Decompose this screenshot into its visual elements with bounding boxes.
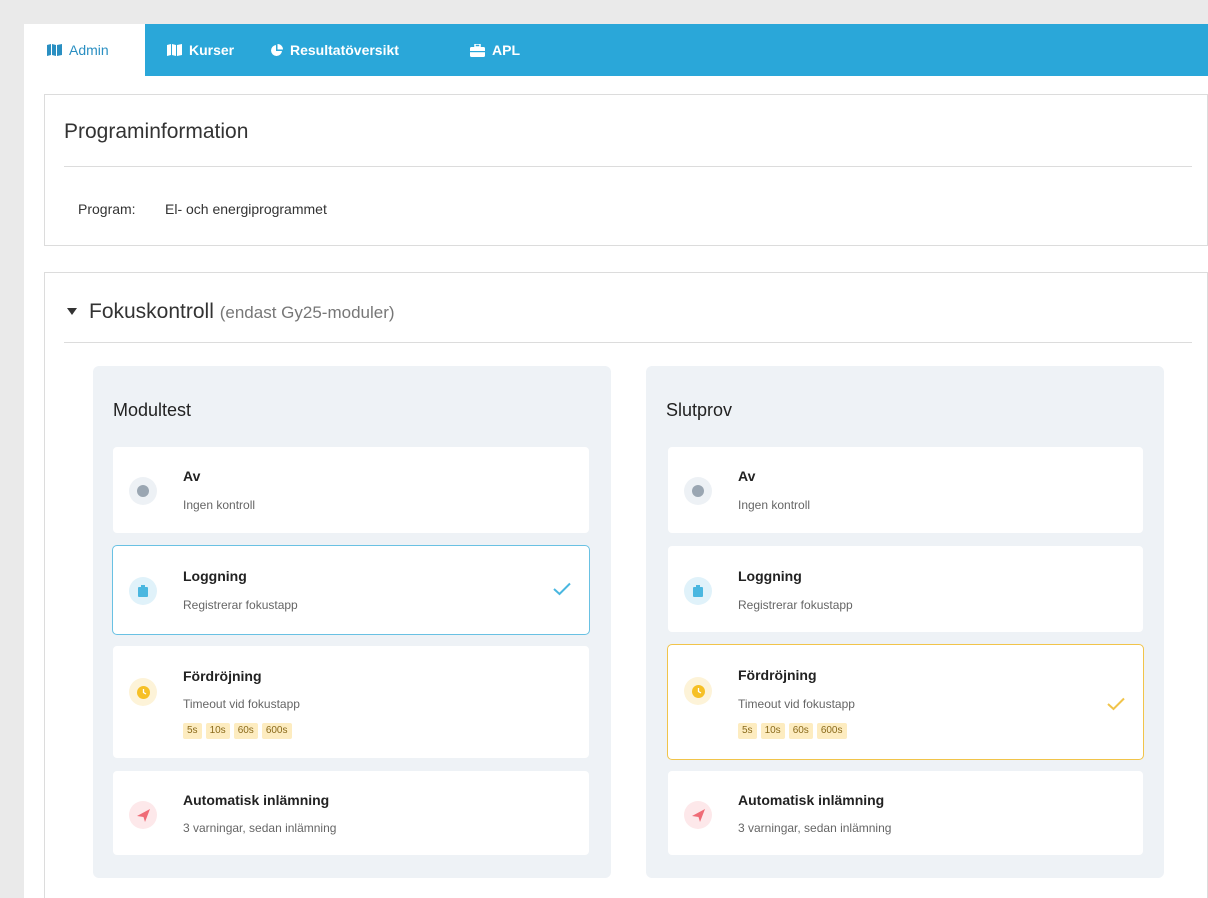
option-name: Loggning	[738, 568, 802, 584]
pie-chart-icon	[271, 43, 283, 56]
fokuskontroll-title: Fokuskontroll	[89, 300, 214, 323]
paper-plane-icon	[684, 801, 712, 829]
option-name: Loggning	[183, 568, 247, 584]
option-desc: Timeout vid fokustapp	[183, 697, 300, 711]
checkmark-icon	[553, 582, 571, 596]
option-desc: 3 varningar, sedan inlämning	[738, 821, 892, 835]
chip-60s[interactable]: 60s	[788, 723, 813, 739]
circle-icon	[129, 477, 157, 505]
map-icon	[47, 44, 62, 56]
timeout-chips: 5s 10s 60s 600s	[183, 723, 292, 739]
option-name: Av	[183, 468, 201, 484]
option-fordrojning[interactable]: Fördröjning Timeout vid fokustapp 5s 10s…	[112, 645, 590, 759]
chip-600s[interactable]: 600s	[261, 723, 292, 739]
tab-resultatoversikt[interactable]: Resultatöversikt	[270, 24, 399, 76]
checkmark-icon	[1107, 697, 1125, 711]
clipboard-icon	[684, 577, 712, 605]
clock-icon	[684, 677, 712, 705]
briefcase-icon	[470, 43, 485, 57]
option-name: Fördröjning	[738, 667, 817, 683]
program-value: El- och energiprogrammet	[165, 201, 327, 217]
clock-icon	[129, 678, 157, 706]
chip-60s[interactable]: 60s	[233, 723, 258, 739]
option-name: Automatisk inlämning	[738, 792, 885, 808]
option-desc: Ingen kontroll	[183, 498, 256, 512]
option-automatisk-inlamning[interactable]: Automatisk inlämning 3 varningar, sedan …	[667, 770, 1144, 856]
column-title: Slutprov	[666, 400, 733, 420]
option-loggning[interactable]: Loggning Registrerar fokustapp	[112, 545, 590, 635]
timeout-chips: 5s 10s 60s 600s	[738, 723, 847, 739]
option-name: Automatisk inlämning	[183, 792, 330, 808]
caret-down-icon	[67, 308, 77, 315]
clipboard-icon	[129, 577, 157, 605]
option-loggning[interactable]: Loggning Registrerar fokustapp	[667, 545, 1144, 633]
top-navigation: Admin Kurser Resultatöversikt APL	[24, 24, 1208, 76]
fokuskontroll-toggle[interactable]: Fokuskontroll (endast Gy25-moduler)	[45, 273, 485, 333]
option-desc: Ingen kontroll	[738, 498, 811, 512]
fokuskontroll-subtitle: (endast Gy25-moduler)	[219, 303, 395, 322]
program-info-title: Programinformation	[64, 120, 249, 143]
app-frame: Admin Kurser Resultatöversikt APL Progra…	[24, 24, 1208, 898]
map-icon	[167, 44, 182, 56]
fokuskontroll-heading: Fokuskontroll (endast Gy25-moduler)	[89, 300, 395, 324]
fokuskontroll-panel: Fokuskontroll (endast Gy25-moduler) Modu…	[44, 272, 1208, 898]
chip-5s[interactable]: 5s	[183, 723, 202, 739]
tab-kurser[interactable]: Kurser	[167, 24, 234, 76]
option-av[interactable]: Av Ingen kontroll	[112, 446, 590, 534]
divider	[64, 166, 1192, 167]
circle-icon	[684, 477, 712, 505]
chip-10s[interactable]: 10s	[205, 723, 230, 739]
slutprov-column: Slutprov Av Ingen kontroll Loggning Regi…	[646, 366, 1164, 878]
program-info-panel: Programinformation Program: El- och ener…	[44, 94, 1208, 246]
tab-apl[interactable]: APL	[470, 24, 520, 76]
option-desc: Registrerar fokustapp	[738, 598, 853, 612]
option-desc: Timeout vid fokustapp	[738, 697, 855, 711]
chip-600s[interactable]: 600s	[816, 723, 847, 739]
option-name: Fördröjning	[183, 668, 262, 684]
tab-apl-label: APL	[492, 42, 520, 58]
tab-admin[interactable]: Admin	[24, 24, 145, 76]
option-av[interactable]: Av Ingen kontroll	[667, 446, 1144, 534]
chip-10s[interactable]: 10s	[760, 723, 785, 739]
option-automatisk-inlamning[interactable]: Automatisk inlämning 3 varningar, sedan …	[112, 770, 590, 856]
program-label: Program:	[78, 201, 136, 217]
chip-5s[interactable]: 5s	[738, 723, 757, 739]
modultest-column: Modultest Av Ingen kontroll Loggning Reg…	[93, 366, 611, 878]
tab-admin-label: Admin	[69, 42, 109, 58]
option-desc: 3 varningar, sedan inlämning	[183, 821, 337, 835]
divider	[64, 342, 1192, 343]
option-fordrojning[interactable]: Fördröjning Timeout vid fokustapp 5s 10s…	[667, 644, 1144, 760]
option-name: Av	[738, 468, 756, 484]
column-title: Modultest	[113, 400, 192, 420]
tab-kurser-label: Kurser	[189, 42, 235, 58]
option-desc: Registrerar fokustapp	[183, 598, 298, 612]
paper-plane-icon	[129, 801, 157, 829]
tab-resultatoversikt-label: Resultatöversikt	[290, 42, 399, 58]
